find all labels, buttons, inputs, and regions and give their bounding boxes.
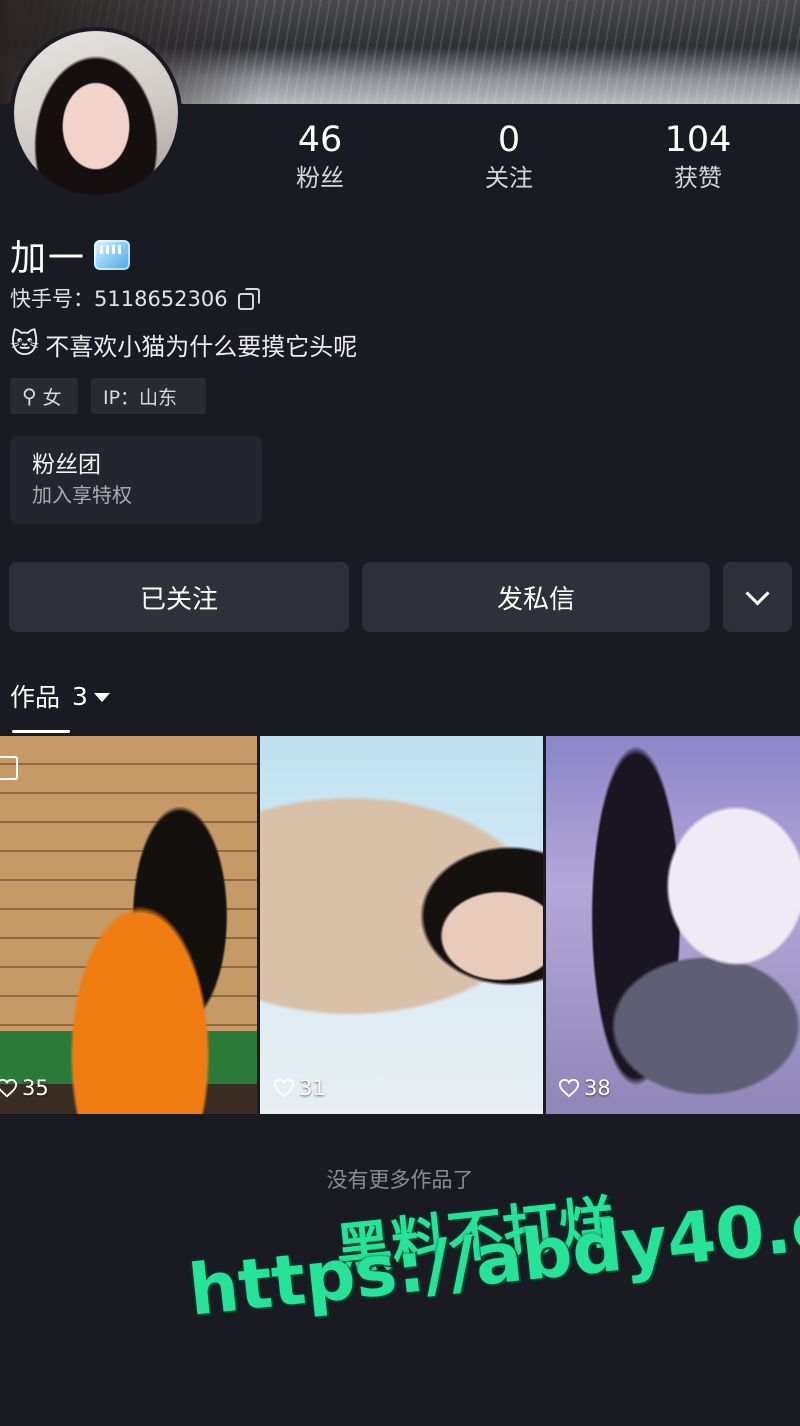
fan-club-subtitle: 加入享特权 xyxy=(32,483,132,507)
copy-icon[interactable] xyxy=(237,288,260,310)
profile-name: 加一 xyxy=(10,238,87,279)
works-tab-label: 作品 xyxy=(10,683,61,712)
fans-count: 46 xyxy=(297,120,343,160)
kuaishou-id-row: 快手号：5118652306 xyxy=(10,284,260,312)
fans-label: 粉丝 xyxy=(296,164,344,192)
work-likes-count: 38 xyxy=(584,1076,611,1100)
stat-likes[interactable]: 104 获赞 xyxy=(618,118,778,194)
work-likes: 35 xyxy=(0,1076,49,1100)
work-likes: 31 xyxy=(273,1076,326,1100)
stat-fans[interactable]: 46 粉丝 xyxy=(240,118,400,194)
following-label: 关注 xyxy=(485,164,533,192)
likes-count: 104 xyxy=(664,120,732,160)
tab-works[interactable]: 作品 3 xyxy=(10,678,110,714)
fan-club-card[interactable]: 粉丝团 加入享特权 xyxy=(10,436,262,524)
heart-icon xyxy=(0,1078,18,1098)
work-likes-count: 31 xyxy=(299,1076,326,1100)
works-count: 3 xyxy=(72,681,88,711)
cat-emoji-icon: 🐱 xyxy=(10,327,40,360)
bio: 🐱 不喜欢小猫为什么要摸它头呢 xyxy=(10,326,357,362)
name-row: 加一 xyxy=(10,232,131,279)
bio-text: 不喜欢小猫为什么要摸它头呢 xyxy=(45,332,358,361)
profile-stats: 46 粉丝 0 关注 104 获赞 xyxy=(0,118,800,208)
fan-club-title: 粉丝团 xyxy=(32,452,101,478)
caret-down-icon xyxy=(93,692,110,702)
heart-icon xyxy=(558,1078,580,1098)
gender-tag: ⚲ 女 xyxy=(10,378,78,414)
work-thumbnail[interactable]: 38 xyxy=(546,736,800,1114)
following-count: 0 xyxy=(497,120,521,160)
chevron-down-icon xyxy=(745,580,770,606)
likes-label: 获赞 xyxy=(674,164,722,192)
stat-following[interactable]: 0 关注 xyxy=(429,118,589,194)
heart-icon xyxy=(273,1078,295,1098)
gender-text: 女 xyxy=(42,386,62,409)
ip-tag: IP：山东 xyxy=(91,378,206,414)
ice-badge-icon xyxy=(94,240,131,270)
ip-text: IP：山东 xyxy=(103,386,178,409)
send-message-button[interactable]: 发私信 xyxy=(362,562,710,632)
no-more-works-text: 没有更多作品了 xyxy=(326,1168,474,1192)
followed-button[interactable]: 已关注 xyxy=(9,562,349,632)
kuaishou-id: 快手号：5118652306 xyxy=(10,287,228,311)
tab-active-indicator xyxy=(12,730,70,733)
work-thumbnail[interactable]: 35 xyxy=(0,736,257,1114)
work-likes-count: 35 xyxy=(22,1076,49,1100)
female-icon: ⚲ xyxy=(22,384,37,408)
work-thumbnail[interactable]: 31 xyxy=(260,736,543,1114)
more-options-button[interactable] xyxy=(723,562,792,632)
pinned-icon xyxy=(0,756,18,780)
work-likes: 38 xyxy=(558,1076,611,1100)
